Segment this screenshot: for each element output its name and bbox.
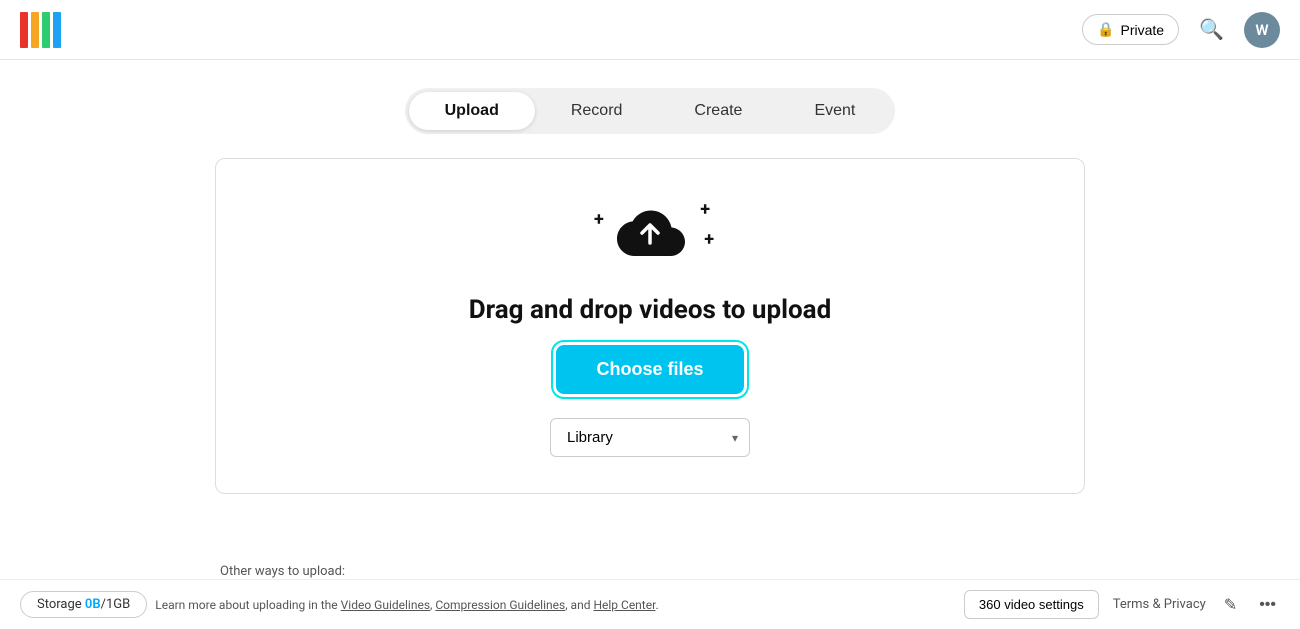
search-icon: 🔍 [1199, 19, 1224, 41]
header-right: 🔒 Private 🔍 W [1082, 12, 1280, 48]
footer-info: Learn more about uploading in the Video … [155, 598, 658, 612]
tab-event[interactable]: Event [778, 92, 891, 130]
private-button[interactable]: 🔒 Private [1082, 14, 1179, 45]
storage-label: Storage [37, 597, 82, 612]
terms-privacy-link[interactable]: Terms & Privacy [1113, 597, 1206, 612]
main-content: + + + Drag and drop videos to upload Cho… [0, 158, 1300, 494]
other-ways-text: Other ways to upload: [220, 564, 345, 579]
edit-icon-button[interactable]: ✎ [1220, 591, 1241, 619]
library-selector[interactable]: Library My Videos Team Library ▾ [550, 418, 750, 457]
storage-used: 0B [85, 597, 101, 612]
upload-dropzone[interactable]: + + + Drag and drop videos to upload Cho… [215, 158, 1085, 494]
compression-guidelines-link[interactable]: Compression Guidelines [435, 598, 565, 612]
help-center-link[interactable]: Help Center [593, 598, 655, 612]
tab-record[interactable]: Record [535, 92, 659, 130]
cloud-upload-icon [615, 205, 685, 273]
footer-right: 360 video settings Terms & Privacy ✎ ••• [964, 590, 1280, 619]
sparkle-icon-left: + [594, 209, 604, 230]
library-select[interactable]: Library My Videos Team Library [550, 418, 750, 457]
app-header: 🔒 Private 🔍 W [0, 0, 1300, 60]
private-label: Private [1121, 22, 1165, 38]
storage-badge: Storage 0B/1GB [20, 591, 147, 618]
edit-icon: ✎ [1224, 597, 1237, 614]
drag-drop-text: Drag and drop videos to upload [469, 295, 831, 325]
logo-bar-red [20, 12, 28, 48]
video-settings-button[interactable]: 360 video settings [964, 590, 1099, 619]
video-guidelines-link[interactable]: Video Guidelines [341, 598, 430, 612]
tabs-container: Upload Record Create Event [0, 88, 1300, 134]
tabs-group: Upload Record Create Event [405, 88, 896, 134]
dots-icon: ••• [1259, 596, 1276, 613]
upload-icon-area: + + + [590, 199, 710, 279]
footer-left: Storage 0B/1GB Learn more about uploadin… [20, 591, 659, 618]
logo-bar-orange [31, 12, 39, 48]
tab-create[interactable]: Create [658, 92, 778, 130]
sparkle-icon-top-right: + [700, 199, 710, 220]
footer-bar: Storage 0B/1GB Learn more about uploadin… [0, 579, 1300, 629]
avatar[interactable]: W [1244, 12, 1280, 48]
logo-bar-blue [53, 12, 61, 48]
sparkle-icon-mid-right: + [704, 229, 714, 250]
search-button[interactable]: 🔍 [1195, 13, 1228, 46]
more-options-button[interactable]: ••• [1255, 592, 1280, 618]
storage-total: 1GB [106, 597, 130, 612]
logo-bar-green [42, 12, 50, 48]
choose-files-button[interactable]: Choose files [556, 345, 743, 394]
app-logo [20, 12, 61, 48]
lock-icon: 🔒 [1097, 21, 1114, 38]
tab-upload[interactable]: Upload [409, 92, 535, 130]
